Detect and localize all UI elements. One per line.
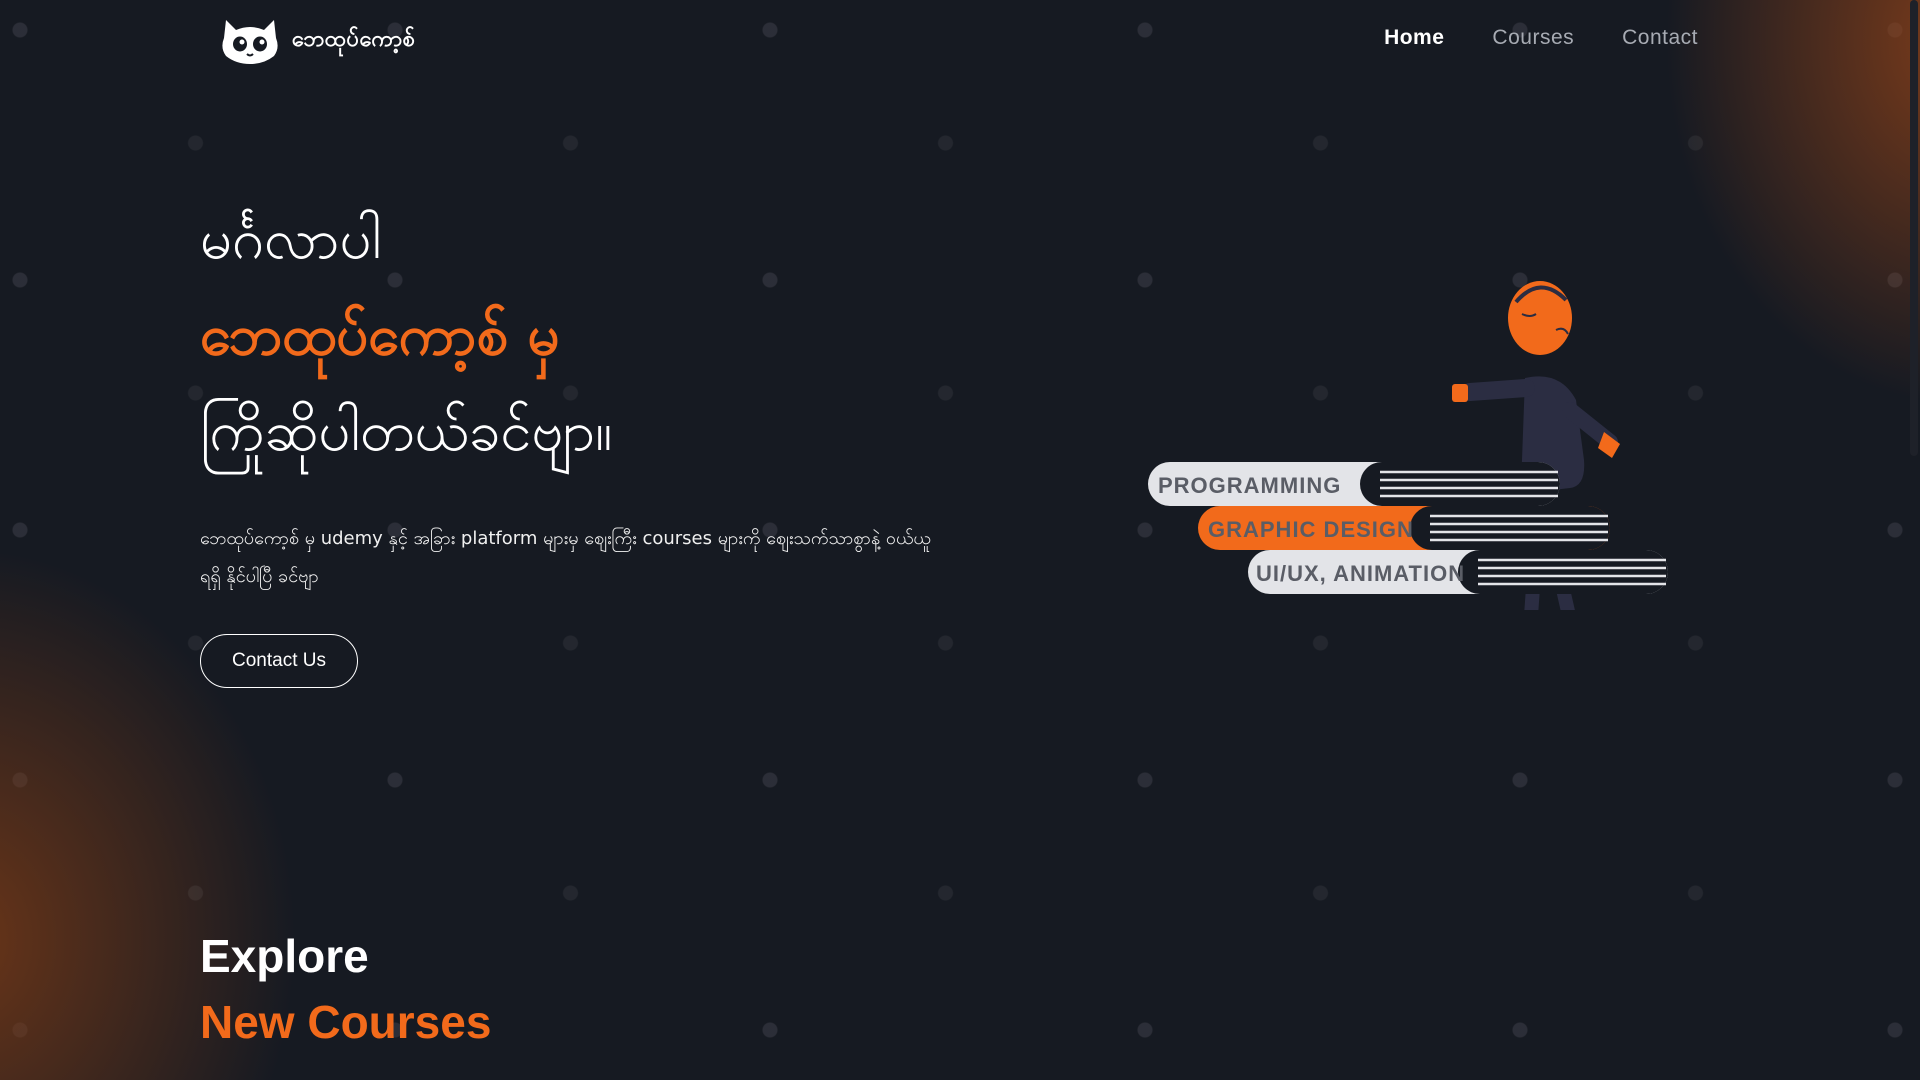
hero-greeting: မင်္ဂလာပါ: [200, 207, 382, 272]
brand-name: ဘေထုပ်ကော့စ်: [292, 26, 416, 52]
hero-welcome-line: ကြိုဆိုပါတယ်ခင်ဗျာ။: [200, 399, 613, 464]
book-uiux-animation: UI/UX, ANIMATION: [1248, 550, 1668, 594]
cat-face-logo-icon: [222, 20, 278, 64]
nav-courses[interactable]: Courses: [1492, 26, 1574, 50]
explore-title: Explore: [200, 930, 369, 982]
hero-brand-line: ဘေထုပ်ကော့စ် မှ: [200, 303, 560, 368]
brand-logo[interactable]: ဘေထုပ်ကော့စ်: [218, 14, 415, 66]
nav-home[interactable]: Home: [1384, 26, 1444, 50]
hero-description: ဘေထုပ်ကော့စ် မှ udemy နှင့် အခြား platfo…: [200, 528, 931, 587]
site-header: ဘေထုပ်ကော့စ် Home Courses Contact: [0, 0, 1920, 84]
hero-title: မင်္ဂလာပါ ဘေထုပ်ကော့စ် မှ ကြိုဆိုပါတယ်ခင…: [200, 192, 960, 480]
book-programming: PROGRAMMING: [1148, 462, 1560, 506]
book-label-programming: PROGRAMMING: [1158, 473, 1341, 498]
scrollbar-thumb[interactable]: [1910, 0, 1918, 456]
book-graphic-design: GRAPHIC DESIGN: [1198, 506, 1610, 550]
book-label-graphic-design: GRAPHIC DESIGN: [1208, 517, 1414, 542]
contact-us-button[interactable]: Contact Us: [200, 634, 358, 688]
nav-contact[interactable]: Contact: [1622, 26, 1698, 50]
books-illustration: PROGRAMMING GRAPHIC DESIGN UI/UX, ANIMAT…: [1148, 281, 1668, 610]
explore-section: Explore New Courses: [200, 928, 491, 1060]
page-scrollbar[interactable]: [1908, 0, 1920, 1080]
new-courses-title: New Courses: [200, 996, 492, 1048]
main-nav: Home Courses Contact: [1384, 26, 1698, 50]
book-label-uiux: UI/UX, ANIMATION: [1256, 561, 1465, 586]
